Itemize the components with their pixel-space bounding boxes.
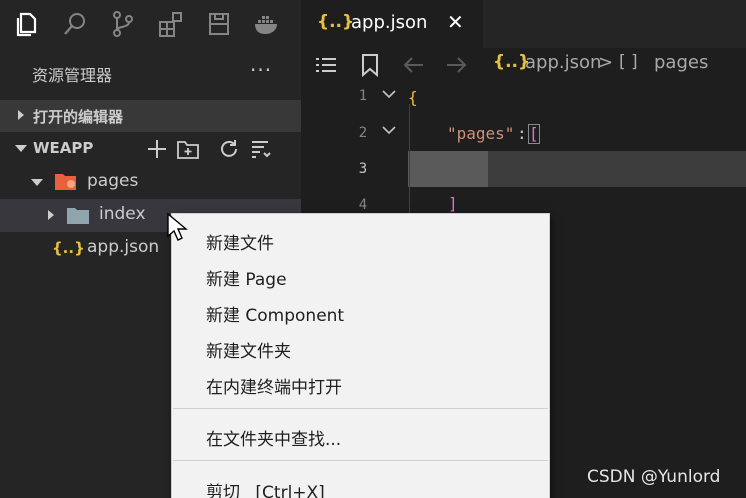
outline-icon[interactable]	[313, 52, 339, 78]
close-icon[interactable]: ✕	[447, 10, 464, 34]
selection-highlight	[408, 151, 488, 187]
watermark: CSDN @Yunlord	[587, 467, 721, 487]
files-icon[interactable]	[12, 9, 42, 39]
menu-item-new-folder[interactable]: 新建文件夹	[206, 337, 291, 362]
open-editors-section[interactable]: 打开的编辑器	[0, 100, 301, 132]
menu-item-find-in-folder[interactable]: 在文件夹中查找...	[206, 425, 341, 450]
code-key: "pages"	[447, 124, 515, 143]
line-number: 3	[358, 161, 368, 177]
new-folder-icon	[177, 141, 199, 159]
bookmark-icon[interactable]	[357, 52, 383, 78]
json-file-icon: {..}	[317, 12, 355, 32]
explorer-title: 资源管理器	[32, 66, 113, 85]
tree-item-label: app.json	[87, 237, 160, 257]
extensions-icon[interactable]	[156, 9, 186, 39]
tree-item-pages[interactable]: pages	[0, 166, 301, 199]
array-icon: [ ]	[619, 52, 638, 72]
arrow-right-icon[interactable]	[443, 52, 469, 78]
tab-app-json[interactable]: {..} app.json ✕	[301, 0, 483, 48]
new-file-button[interactable]	[145, 137, 169, 161]
chevron-down-icon	[15, 145, 27, 152]
chevron-down-icon	[31, 179, 43, 186]
menu-item-new-file[interactable]: 新建文件	[206, 229, 274, 254]
tab-title: app.json	[351, 12, 428, 33]
folder-icon	[67, 208, 89, 224]
remote-icon[interactable]	[204, 9, 234, 39]
activity-bar	[0, 0, 301, 48]
tree-item-label: index	[99, 204, 146, 224]
workspace-section[interactable]: WEAPP	[0, 133, 301, 165]
menu-item-label: 剪切	[206, 483, 240, 498]
more-actions-button[interactable]: ···	[250, 58, 272, 82]
context-menu: 新建文件 新建 Page 新建 Component 新建文件夹 在内建终端中打开…	[171, 213, 550, 498]
plus-icon	[148, 140, 166, 158]
breadcrumb: {..} app.json > [ ] pages	[301, 48, 746, 82]
menu-divider	[173, 408, 548, 409]
refresh-button[interactable]	[217, 137, 241, 161]
source-control-icon[interactable]	[108, 9, 138, 39]
open-editors-label: 打开的编辑器	[33, 108, 124, 126]
collapse-all-button[interactable]	[249, 137, 273, 161]
docker-icon[interactable]	[252, 9, 282, 39]
breadcrumb-separator: >	[598, 52, 614, 73]
json-file-icon: {..}	[52, 239, 85, 257]
workspace-label: WEAPP	[33, 139, 94, 157]
search-icon[interactable]	[60, 9, 90, 39]
menu-divider	[173, 460, 548, 461]
menu-item-open-in-terminal[interactable]: 在内建终端中打开	[206, 373, 342, 398]
menu-item-shortcut: [Ctrl+X]	[255, 483, 325, 498]
breadcrumb-file[interactable]: app.json	[525, 52, 601, 73]
fold-chevron-icon[interactable]	[381, 86, 397, 102]
line-number: 1	[358, 88, 368, 104]
arrow-left-icon[interactable]	[401, 52, 427, 78]
fold-chevron-icon[interactable]	[381, 122, 397, 138]
line-number: 4	[358, 197, 368, 213]
tree-item-label: pages	[87, 171, 139, 191]
mouse-cursor-icon	[167, 212, 188, 241]
folder-open-icon	[55, 174, 76, 190]
menu-item-new-component[interactable]: 新建 Component	[206, 301, 344, 326]
collapse-icon	[252, 141, 271, 158]
code-bracket: [	[528, 124, 540, 144]
breadcrumb-key[interactable]: pages	[654, 52, 708, 73]
new-folder-button[interactable]	[176, 137, 200, 161]
chevron-right-icon	[48, 210, 54, 220]
code-brace: {	[408, 88, 418, 107]
refresh-icon	[221, 140, 237, 157]
line-number: 2	[358, 125, 368, 141]
chevron-right-icon	[18, 110, 24, 120]
menu-item-new-page[interactable]: 新建 Page	[206, 265, 287, 290]
code-colon: :	[517, 124, 527, 143]
code-bracket: ]	[448, 194, 458, 213]
menu-item-cut[interactable]: 剪切 [Ctrl+X]	[206, 478, 325, 498]
editor-tab-bar: {..} app.json ✕	[301, 0, 746, 48]
